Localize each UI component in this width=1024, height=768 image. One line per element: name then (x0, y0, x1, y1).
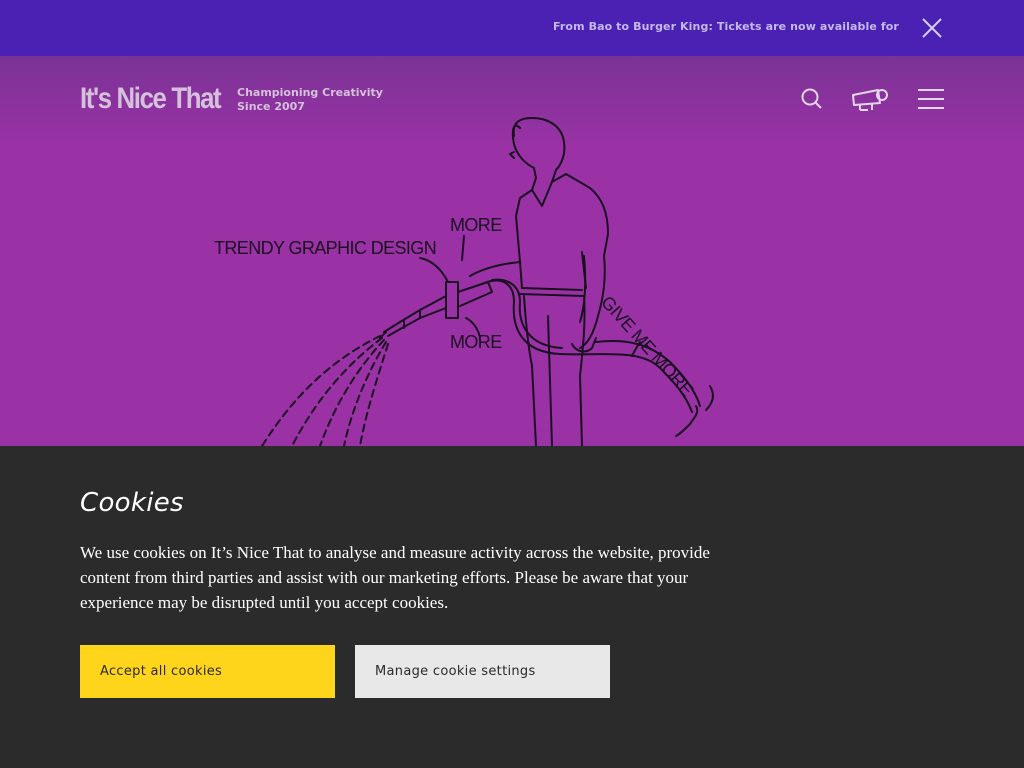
menu-icon (918, 89, 944, 109)
search-button[interactable] (800, 87, 824, 116)
close-icon (922, 18, 942, 38)
cookie-banner: Cookies We use cookies on It’s Nice That… (0, 446, 1024, 768)
label-trendy-graphic-design: TRENDY GRAPHIC DESIGN (214, 238, 437, 258)
events-button[interactable] (850, 86, 890, 117)
site-logo[interactable]: It's Nice That (80, 82, 222, 116)
menu-button[interactable] (918, 88, 944, 115)
tagline-line-2: Since 2007 (237, 100, 305, 113)
cookie-title: Cookies (80, 488, 184, 518)
cookie-description: We use cookies on It’s Nice That to anal… (80, 543, 710, 612)
manage-cookie-settings-button[interactable]: Manage cookie settings (355, 645, 610, 698)
search-icon (801, 88, 822, 109)
announcement-text[interactable]: From Bao to Burger King: Tickets are now… (553, 20, 899, 33)
site-header: It's Nice That Championing Creativity Si… (0, 56, 1024, 146)
close-announcement-button[interactable] (918, 14, 946, 42)
megaphone-icon (852, 89, 888, 111)
accept-all-cookies-button[interactable]: Accept all cookies (80, 645, 335, 698)
announcement-bar: From Bao to Burger King: Tickets are now… (0, 0, 1024, 56)
label-more-top: MORE (450, 215, 502, 235)
label-more-bottom: MORE (450, 332, 502, 352)
tagline: Championing Creativity Since 2007 (237, 86, 383, 114)
tagline-line-1: Championing Creativity (237, 86, 383, 99)
